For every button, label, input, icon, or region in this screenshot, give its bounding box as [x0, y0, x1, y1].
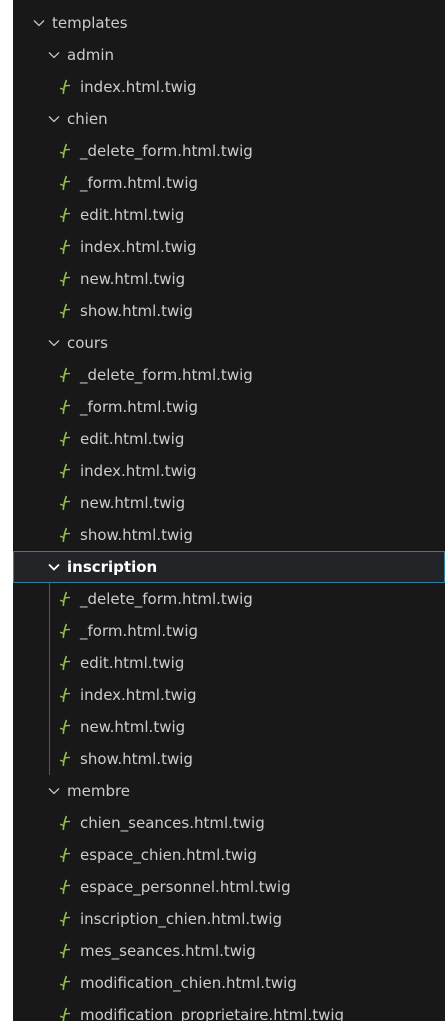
file-label: espace_personnel.html.twig: [80, 878, 291, 896]
twig-file-icon: [58, 807, 72, 839]
file-label: _form.html.twig: [80, 622, 199, 640]
file-label: edit.html.twig: [80, 206, 185, 224]
file-label: _delete_form.html.twig: [80, 142, 253, 160]
file-label: espace_chien.html.twig: [80, 846, 257, 864]
twig-file-icon: [58, 135, 72, 167]
folder-admin[interactable]: admin: [13, 39, 445, 71]
file-item[interactable]: new.html.twig: [13, 263, 445, 295]
file-item[interactable]: edit.html.twig: [13, 423, 445, 455]
twig-file-icon: [58, 935, 72, 967]
twig-file-icon: [58, 295, 72, 327]
file-item[interactable]: _form.html.twig: [13, 615, 445, 647]
twig-file-icon: [58, 487, 72, 519]
folder-inscription[interactable]: inscription: [13, 551, 445, 583]
file-label: show.html.twig: [80, 526, 193, 544]
twig-file-icon: [58, 903, 72, 935]
twig-file-icon: [58, 839, 72, 871]
file-label: index.html.twig: [80, 462, 197, 480]
file-label: new.html.twig: [80, 270, 186, 288]
file-item[interactable]: _form.html.twig: [13, 391, 445, 423]
file-item[interactable]: index.html.twig: [13, 71, 445, 103]
twig-file-icon: [58, 359, 72, 391]
file-label: chien_seances.html.twig: [80, 814, 265, 832]
chevron-down-icon: [46, 103, 62, 135]
twig-file-icon: [58, 391, 72, 423]
file-item[interactable]: edit.html.twig: [13, 199, 445, 231]
file-item[interactable]: mes_seances.html.twig: [13, 935, 445, 967]
file-label: _delete_form.html.twig: [80, 590, 253, 608]
file-item[interactable]: show.html.twig: [13, 519, 445, 551]
twig-file-icon: [58, 743, 72, 775]
file-item[interactable]: _form.html.twig: [13, 167, 445, 199]
file-label: _form.html.twig: [80, 398, 199, 416]
twig-file-icon: [58, 871, 72, 903]
folder-templates[interactable]: templates: [13, 7, 445, 39]
twig-file-icon: [58, 231, 72, 263]
chevron-down-icon: [46, 327, 62, 359]
twig-file-icon: [58, 199, 72, 231]
file-label: index.html.twig: [80, 686, 197, 704]
file-item[interactable]: new.html.twig: [13, 487, 445, 519]
file-item[interactable]: chien_seances.html.twig: [13, 807, 445, 839]
twig-file-icon: [58, 71, 72, 103]
file-item[interactable]: index.html.twig: [13, 231, 445, 263]
twig-file-icon: [58, 711, 72, 743]
file-item[interactable]: inscription_chien.html.twig: [13, 903, 445, 935]
file-label: _form.html.twig: [80, 174, 199, 192]
file-label: new.html.twig: [80, 494, 186, 512]
file-label: index.html.twig: [80, 78, 197, 96]
chevron-down-icon: [31, 7, 47, 39]
chevron-down-icon: [46, 775, 62, 807]
file-label: inscription_chien.html.twig: [80, 910, 283, 928]
folder-label: templates: [52, 14, 128, 32]
file-label: _delete_form.html.twig: [80, 366, 253, 384]
file-item[interactable]: edit.html.twig: [13, 647, 445, 679]
file-item[interactable]: index.html.twig: [13, 679, 445, 711]
chevron-down-icon: [46, 551, 62, 583]
folder-label: inscription: [67, 558, 158, 576]
file-item[interactable]: modification_proprietaire.html.twig: [13, 999, 445, 1021]
twig-file-icon: [58, 423, 72, 455]
folder-label: membre: [67, 782, 131, 800]
twig-file-icon: [58, 455, 72, 487]
file-item[interactable]: _delete_form.html.twig: [13, 135, 445, 167]
folder-cours[interactable]: cours: [13, 327, 445, 359]
file-item[interactable]: show.html.twig: [13, 743, 445, 775]
file-tree: templates admin index.html.twig chien _d…: [13, 0, 445, 1021]
twig-file-icon: [58, 679, 72, 711]
file-item[interactable]: espace_chien.html.twig: [13, 839, 445, 871]
twig-file-icon: [58, 615, 72, 647]
twig-file-icon: [58, 647, 72, 679]
folder-membre[interactable]: membre: [13, 775, 445, 807]
file-label: show.html.twig: [80, 302, 193, 320]
folder-label: admin: [67, 46, 114, 64]
file-label: index.html.twig: [80, 238, 197, 256]
file-item[interactable]: _delete_form.html.twig: [13, 583, 445, 615]
file-explorer: templates admin index.html.twig chien _d…: [13, 0, 445, 1021]
file-item[interactable]: index.html.twig: [13, 455, 445, 487]
file-item[interactable]: modification_chien.html.twig: [13, 967, 445, 999]
indent-guide: [49, 583, 50, 775]
folder-label: cours: [67, 334, 108, 352]
file-item[interactable]: _delete_form.html.twig: [13, 359, 445, 391]
twig-file-icon: [58, 967, 72, 999]
file-label: modification_chien.html.twig: [80, 974, 297, 992]
twig-file-icon: [58, 263, 72, 295]
file-item[interactable]: espace_personnel.html.twig: [13, 871, 445, 903]
file-label: new.html.twig: [80, 718, 186, 736]
folder-chien[interactable]: chien: [13, 103, 445, 135]
file-item[interactable]: show.html.twig: [13, 295, 445, 327]
chevron-down-icon: [46, 39, 62, 71]
file-label: mes_seances.html.twig: [80, 942, 256, 960]
folder-label: chien: [67, 110, 108, 128]
file-label: edit.html.twig: [80, 654, 185, 672]
file-item[interactable]: new.html.twig: [13, 711, 445, 743]
file-label: show.html.twig: [80, 750, 193, 768]
twig-file-icon: [58, 583, 72, 615]
file-label: edit.html.twig: [80, 430, 185, 448]
twig-file-icon: [58, 999, 72, 1021]
twig-file-icon: [58, 167, 72, 199]
twig-file-icon: [58, 519, 72, 551]
file-label: modification_proprietaire.html.twig: [80, 1006, 345, 1021]
